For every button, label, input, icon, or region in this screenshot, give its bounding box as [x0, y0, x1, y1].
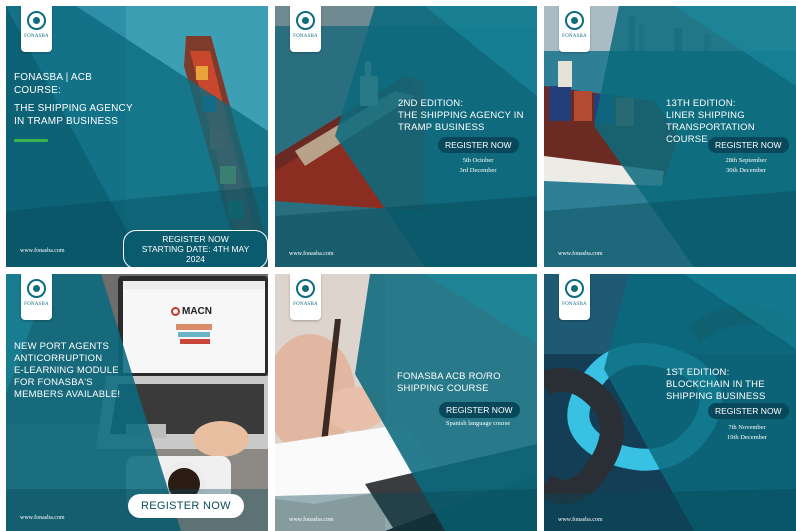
website-url[interactable]: www.fonasba.com	[289, 251, 334, 257]
course-tile-liner[interactable]: FONASBA 13th Edition: Liner Shipping Tra…	[544, 6, 796, 267]
tile-heading: 2nd Edition: The shipping agency in tram…	[398, 98, 524, 133]
register-now-button[interactable]: Register now	[439, 402, 520, 418]
fonasba-emblem-icon	[296, 11, 315, 30]
tile-heading: FONASBA | ACB Course: The shipping agenc…	[14, 72, 133, 127]
website-url[interactable]: www.fonasba.com	[20, 515, 65, 521]
fonasba-logo: FONASBA	[559, 274, 590, 320]
tile-heading: 1st Edition: Blockchain in the Shipping …	[666, 367, 766, 402]
course-tile-tramp-2nd[interactable]: FONASBA 2nd Edition: The shipping agency…	[275, 6, 537, 267]
course-dates: 5th October 3rd December	[459, 157, 497, 175]
register-now-button[interactable]: Register now	[438, 137, 519, 153]
fonasba-logo: FONASBA	[559, 6, 590, 52]
register-now-button[interactable]: Register now	[708, 137, 789, 153]
register-now-button[interactable]: Register now	[708, 403, 789, 419]
website-url[interactable]: www.fonasba.com	[289, 517, 334, 523]
fonasba-logo: FONASBA	[290, 6, 321, 52]
course-dates: 28th September 30th December	[725, 157, 767, 175]
fonasba-emblem-icon	[27, 11, 46, 30]
fonasba-logo: FONASBA	[21, 274, 52, 320]
website-url[interactable]: www.fonasba.com	[20, 248, 65, 254]
fonasba-logo: FONASBA	[21, 6, 52, 52]
fonasba-emblem-icon	[565, 11, 584, 30]
tile-heading: FONASBA ACB Ro/Ro Shipping Course	[397, 371, 501, 394]
register-now-button[interactable]: Register now	[128, 494, 244, 518]
course-tile-roro[interactable]: FONASBA FONASBA ACB Ro/Ro Shipping Cours…	[275, 274, 537, 531]
website-url[interactable]: www.fonasba.com	[558, 251, 603, 257]
register-now-button[interactable]: Register now Starting date: 4th May 2024	[123, 230, 268, 267]
course-tile-tramp[interactable]: FONASBA FONASBA | ACB Course: The shippi…	[6, 6, 268, 267]
course-tile-blockchain[interactable]: FONASBA 1st Edition: Blockchain in the S…	[544, 274, 796, 531]
fonasba-emblem-icon	[296, 279, 315, 298]
fonasba-emblem-icon	[27, 279, 46, 298]
fonasba-logo: FONASBA	[290, 274, 321, 320]
course-language-note: Spanish language course	[445, 420, 511, 427]
tile-heading: New port agents anticorruption e-learnin…	[14, 341, 121, 400]
macn-emblem-icon	[171, 307, 180, 316]
course-dates: 7th November 19th December	[727, 424, 767, 442]
course-tile-anticorruption[interactable]: MACN FONASBA New port agents anticorrupt…	[6, 274, 268, 531]
fonasba-emblem-icon	[565, 279, 584, 298]
accent-bar	[14, 139, 48, 142]
website-url[interactable]: www.fonasba.com	[558, 517, 603, 523]
macn-logo: MACN	[171, 306, 212, 317]
